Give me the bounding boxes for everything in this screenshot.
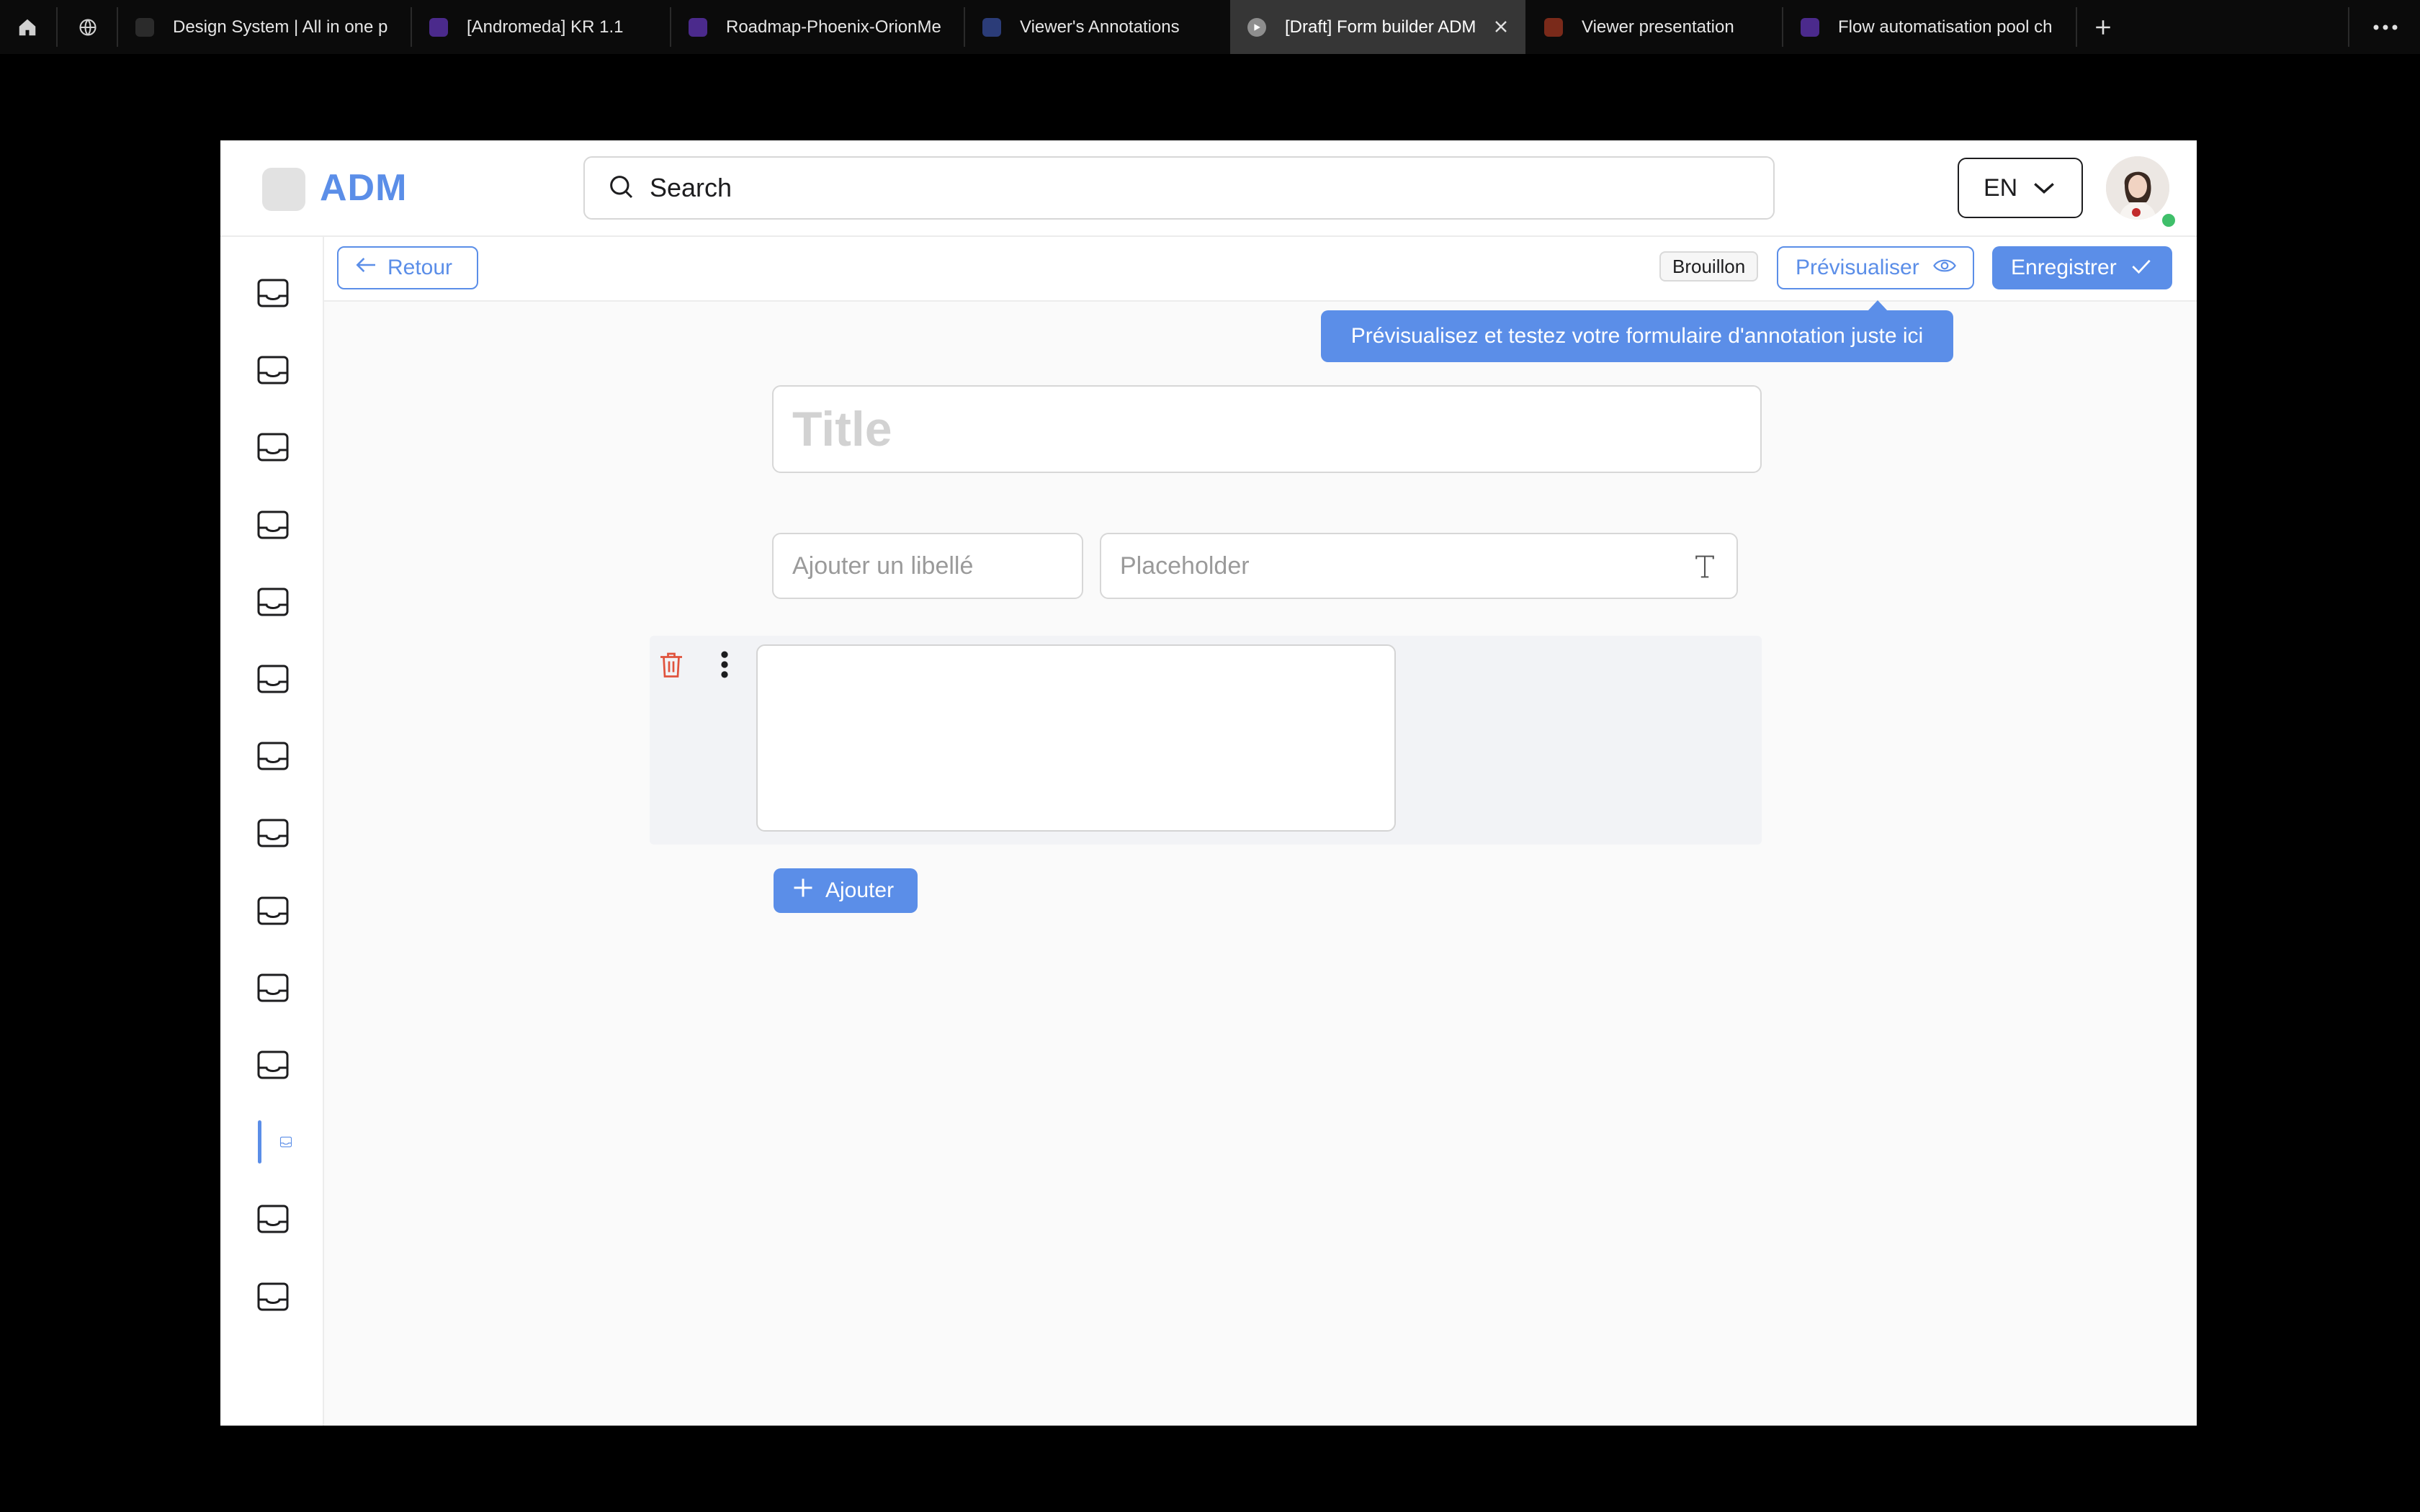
preview-button[interactable]: Prévisualiser [1777, 246, 1974, 289]
language-value: EN [1984, 174, 2018, 202]
figjam-file-icon [429, 17, 448, 37]
more-options-icon[interactable] [2368, 0, 2403, 54]
checkmark-icon [2131, 256, 2151, 280]
sidebar-item[interactable] [254, 660, 292, 698]
browser-tab-active[interactable]: [Draft] Form builder ADM [1230, 0, 1525, 54]
browser-tab[interactable]: Roadmap-Phoenix-OrionMe [671, 0, 964, 54]
preview-button-label: Prévisualiser [1796, 256, 1919, 279]
sidebar-item[interactable] [254, 814, 292, 852]
form-field-block [650, 636, 1762, 845]
tab-label: [Andromeda] KR 1.1 [467, 17, 624, 37]
sidebar-item[interactable] [254, 428, 292, 467]
inbox-icon [256, 972, 290, 1004]
search-placeholder: Search [650, 173, 732, 202]
tab-label: Roadmap-Phoenix-OrionMe [726, 17, 941, 37]
browser-tab-bar: Design System | All in one p [Andromeda]… [0, 0, 2420, 54]
browser-tab[interactable]: Viewer presentation [1527, 0, 1782, 54]
sidebar-item[interactable] [254, 1277, 292, 1316]
add-field-button-label: Ajouter [825, 878, 895, 902]
sidebar-item[interactable] [254, 737, 292, 775]
tab-label: Viewer's Annotations [1020, 17, 1180, 37]
inbox-icon [256, 663, 290, 695]
form-title-input[interactable]: Title [772, 385, 1762, 473]
more-vertical-icon[interactable] [719, 650, 730, 683]
inbox-icon [256, 1203, 290, 1235]
back-button[interactable]: Retour [337, 246, 478, 289]
inbox-icon [256, 586, 290, 618]
search-input[interactable]: Search [583, 156, 1775, 220]
tab-label: Viewer presentation [1582, 17, 1734, 37]
figma-file-icon [982, 17, 1001, 37]
figma-file-icon [135, 17, 154, 37]
tab-label: Design System | All in one p [173, 17, 388, 37]
sidebar-item[interactable] [254, 891, 292, 930]
tab-label: Flow automatisation pool ch [1838, 17, 2053, 37]
chevron-down-icon [2032, 174, 2056, 202]
app-window: ADM Search EN Retour Brouillon Prévisual… [220, 140, 2197, 1426]
eye-icon [1932, 256, 1957, 280]
logo-mark [262, 168, 305, 211]
browser-tab[interactable]: Flow automatisation pool ch [1783, 0, 2076, 54]
tab-label: [Draft] Form builder ADM [1285, 17, 1476, 37]
arrow-left-icon [354, 256, 377, 280]
online-status-dot [2160, 212, 2177, 229]
language-select[interactable]: EN [1958, 158, 2083, 218]
sidebar-item[interactable] [254, 1045, 292, 1084]
trash-icon[interactable] [658, 650, 684, 683]
avatar[interactable] [2106, 156, 2169, 220]
search-icon [606, 172, 635, 204]
browser-tab[interactable]: [Andromeda] KR 1.1 [412, 0, 670, 54]
sidebar-item[interactable] [254, 351, 292, 390]
figjam-file-icon [689, 17, 707, 37]
field-label-input[interactable]: Ajouter un libellé [772, 533, 1083, 599]
plus-icon [792, 877, 814, 904]
tooltip-arrow [1868, 300, 1888, 311]
sidebar-active-indicator [258, 1120, 261, 1164]
status-badge: Brouillon [1659, 251, 1759, 282]
play-prototype-icon [1247, 17, 1266, 37]
close-tab-icon[interactable] [1492, 18, 1510, 39]
inbox-icon [256, 431, 290, 463]
back-button-label: Retour [387, 256, 453, 279]
save-button-label: Enregistrer [2011, 256, 2117, 279]
inbox-icon [256, 1281, 290, 1313]
sidebar-item[interactable] [254, 1200, 292, 1238]
globe-icon[interactable] [72, 0, 104, 54]
preview-tooltip: Prévisualisez et testez votre formulaire… [1321, 310, 1953, 362]
logo-text: ADM [320, 167, 408, 209]
new-tab-plus-icon[interactable] [2087, 0, 2119, 54]
text-type-icon[interactable] [1693, 554, 1716, 585]
home-icon[interactable] [13, 0, 42, 54]
slides-file-icon [1544, 17, 1563, 37]
sidebar [220, 237, 324, 1426]
inbox-icon [256, 509, 290, 541]
sidebar-item[interactable] [254, 968, 292, 1007]
save-button[interactable]: Enregistrer [1992, 246, 2172, 289]
browser-tab[interactable]: Design System | All in one p [118, 0, 411, 54]
figjam-file-icon [1801, 17, 1819, 37]
sidebar-item[interactable] [254, 274, 292, 312]
field-placeholder-input[interactable]: Placeholder [1100, 533, 1738, 599]
inbox-icon [256, 277, 290, 309]
inbox-icon [256, 895, 290, 927]
field-textarea[interactable] [756, 644, 1396, 832]
inbox-icon [256, 740, 290, 772]
inbox-icon [256, 1049, 290, 1081]
inbox-icon [256, 354, 290, 386]
field-placeholder-text: Placeholder [1120, 552, 1250, 580]
sidebar-item[interactable] [254, 582, 292, 621]
editor-toolbar: Retour Brouillon Prévisualiser Enregistr… [324, 237, 2197, 302]
app-header: ADM Search EN [220, 140, 2197, 237]
inbox-icon [256, 817, 290, 849]
add-field-button[interactable]: Ajouter [774, 868, 918, 913]
sidebar-item[interactable] [254, 505, 292, 544]
inbox-icon [279, 1126, 292, 1158]
browser-tab[interactable]: Viewer's Annotations [965, 0, 1229, 54]
